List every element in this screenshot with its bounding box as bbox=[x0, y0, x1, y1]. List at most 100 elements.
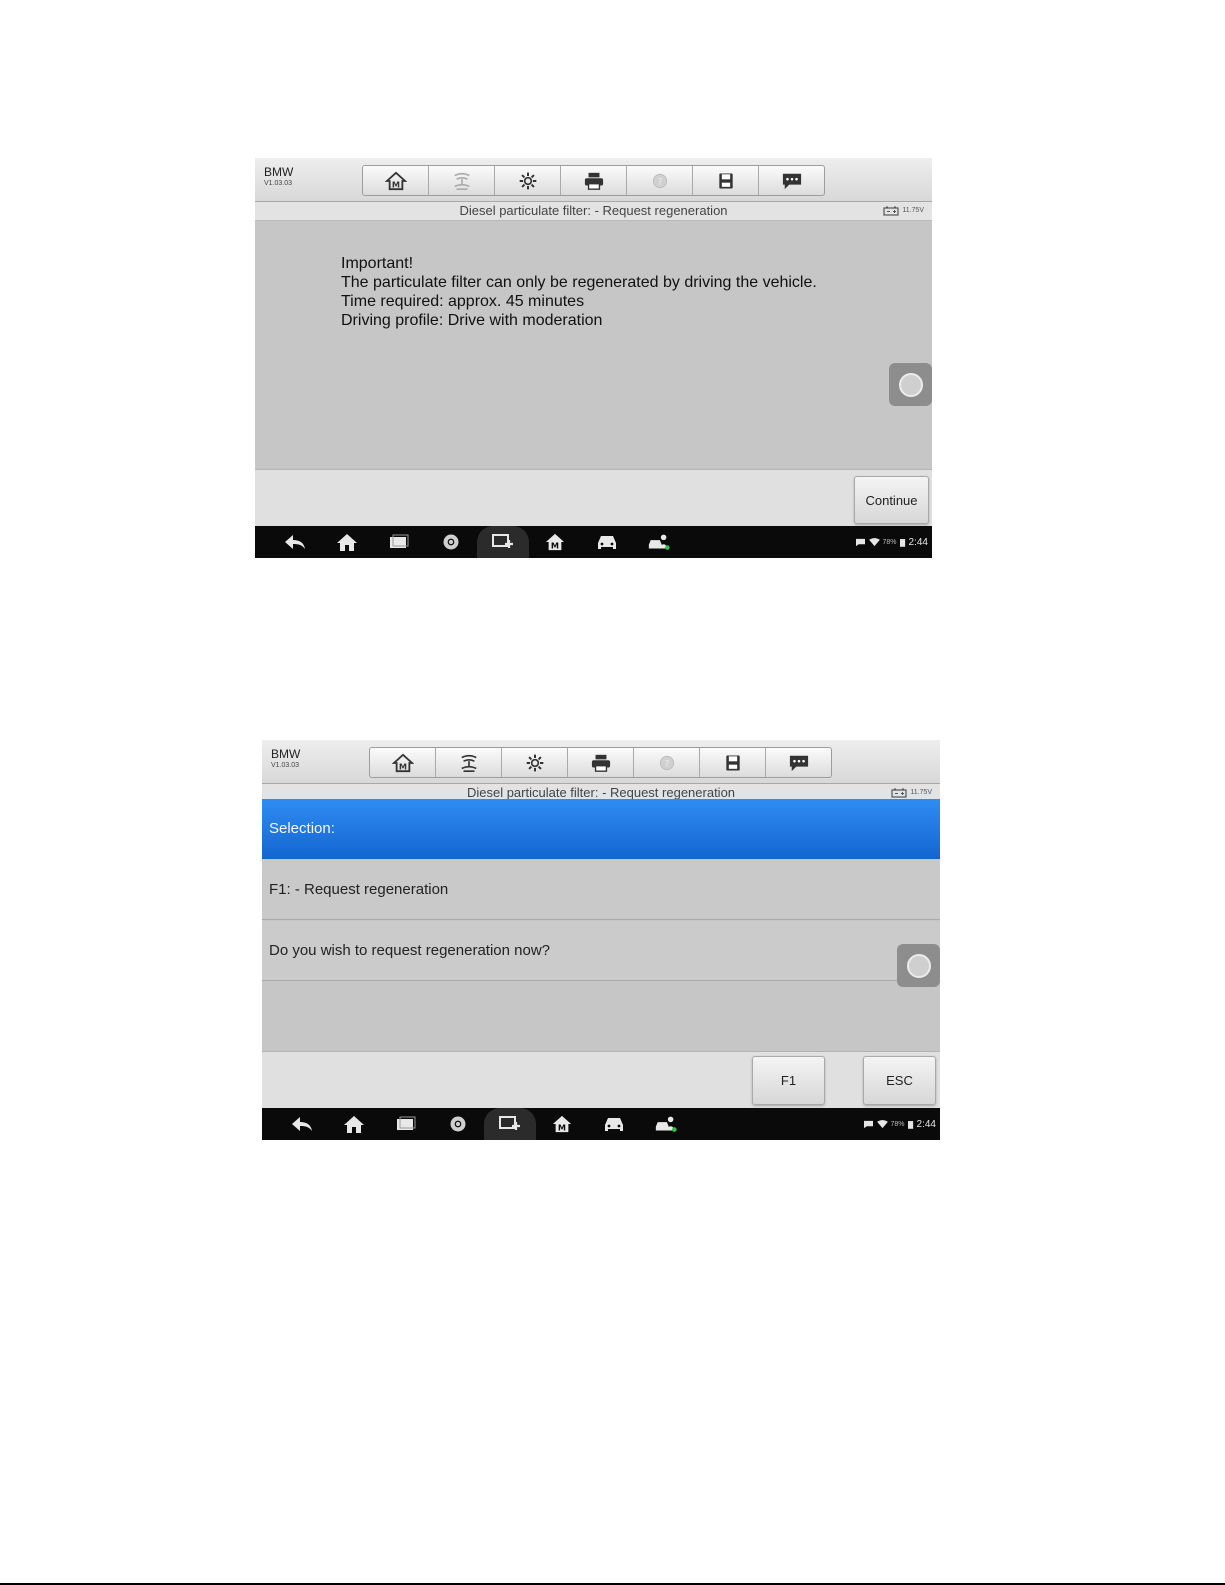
f1-button[interactable]: F1 bbox=[752, 1056, 825, 1105]
nav-icons: M bbox=[269, 526, 685, 558]
help-button[interactable]: ? bbox=[634, 748, 700, 777]
battery-icon bbox=[899, 538, 905, 547]
nav-back[interactable] bbox=[276, 1108, 328, 1140]
svg-text:?: ? bbox=[657, 176, 662, 187]
recent-apps-icon bbox=[397, 1116, 416, 1130]
vehicle-lift-icon bbox=[460, 754, 477, 772]
printer-icon bbox=[584, 172, 603, 190]
nav-home[interactable] bbox=[321, 526, 373, 558]
svg-text:M: M bbox=[391, 179, 399, 189]
nav-vehicle-user[interactable] bbox=[633, 526, 685, 558]
brand-version: V1.03.03 bbox=[264, 180, 293, 187]
nav-car[interactable] bbox=[581, 526, 633, 558]
feedback-icon bbox=[789, 755, 808, 771]
action-bar: F1 ESC bbox=[262, 1051, 940, 1109]
home-m-icon: M bbox=[552, 1115, 572, 1132]
nav-back[interactable] bbox=[269, 526, 321, 558]
wifi-icon bbox=[868, 537, 880, 546]
page-title: Diesel particulate filter: - Request reg… bbox=[466, 785, 736, 800]
message-block: Important! The particulate filter can on… bbox=[341, 254, 817, 330]
home-m-button[interactable]: M bbox=[363, 166, 429, 195]
help-icon: ? bbox=[659, 755, 674, 770]
assist-dot-icon bbox=[898, 372, 923, 397]
gear-icon bbox=[526, 754, 543, 771]
brand: BMW V1.03.03 bbox=[264, 166, 293, 187]
nav-home-m[interactable]: M bbox=[536, 1108, 588, 1140]
home-icon bbox=[344, 1116, 364, 1133]
nav-chrome[interactable] bbox=[425, 526, 477, 558]
printer-icon bbox=[591, 754, 610, 772]
nav-screen-cast[interactable] bbox=[484, 1108, 536, 1140]
screenshot-dpf-selection: BMW V1.03.03 M ? Diesel particulate filt… bbox=[262, 740, 940, 1140]
vehicle-lift-button[interactable] bbox=[436, 748, 502, 777]
nav-chrome[interactable] bbox=[432, 1108, 484, 1140]
brand: BMW V1.03.03 bbox=[271, 748, 300, 769]
brand-name: BMW bbox=[271, 747, 301, 761]
nav-recent[interactable] bbox=[373, 526, 425, 558]
screen-cast-icon bbox=[492, 534, 513, 548]
status-bar: 78% 2:44 bbox=[855, 526, 928, 558]
vehicle-lift-icon bbox=[453, 172, 470, 190]
save-icon bbox=[725, 755, 740, 770]
vehicle-lift-button[interactable] bbox=[429, 166, 495, 195]
voltage-indicator: 11.75V bbox=[883, 202, 924, 220]
help-button[interactable]: ? bbox=[627, 166, 693, 195]
home-icon bbox=[337, 534, 357, 551]
voltage-value: 11.75V bbox=[902, 207, 924, 214]
continue-button[interactable]: Continue bbox=[854, 476, 929, 524]
car-icon bbox=[605, 1118, 623, 1131]
app-toolbar: BMW V1.03.03 M ? bbox=[255, 158, 932, 202]
floating-assist-button[interactable] bbox=[897, 944, 940, 987]
status-bar: 78% 2:44 bbox=[863, 1108, 936, 1140]
battery-icon bbox=[907, 1120, 913, 1129]
assist-dot-icon bbox=[906, 953, 931, 978]
list-item[interactable]: Do you wish to request regeneration now? bbox=[262, 921, 940, 981]
settings-button[interactable] bbox=[495, 166, 561, 195]
print-button[interactable] bbox=[561, 166, 627, 195]
nav-recent[interactable] bbox=[380, 1108, 432, 1140]
screen-cast-icon bbox=[499, 1116, 520, 1130]
svg-text:M: M bbox=[551, 540, 559, 550]
toolbar-buttons: M ? bbox=[369, 747, 832, 778]
android-nav-bar: M 78% 2:44 bbox=[255, 526, 932, 558]
nav-home-m[interactable]: M bbox=[529, 526, 581, 558]
action-bar: Continue bbox=[255, 469, 932, 527]
message-line: The particulate filter can only be regen… bbox=[341, 274, 817, 291]
brand-name: BMW bbox=[264, 165, 294, 179]
message-icon bbox=[863, 1120, 873, 1128]
save-button[interactable] bbox=[693, 166, 759, 195]
recent-apps-icon bbox=[390, 534, 409, 548]
battery-percent: 78% bbox=[890, 1120, 905, 1128]
help-icon: ? bbox=[652, 173, 667, 188]
nav-vehicle-user[interactable] bbox=[640, 1108, 692, 1140]
message-icon bbox=[855, 538, 865, 546]
home-m-icon: M bbox=[545, 533, 565, 550]
floating-assist-button[interactable] bbox=[889, 363, 932, 406]
feedback-button[interactable] bbox=[759, 166, 824, 195]
save-button[interactable] bbox=[700, 748, 766, 777]
list-item[interactable]: F1: - Request regeneration bbox=[262, 860, 940, 920]
car-icon bbox=[598, 536, 616, 549]
feedback-button[interactable] bbox=[766, 748, 831, 777]
car-battery-icon bbox=[891, 788, 907, 798]
home-m-icon: M bbox=[391, 753, 414, 772]
car-battery-icon bbox=[883, 206, 899, 216]
page-title: Diesel particulate filter: - Request reg… bbox=[459, 203, 728, 218]
nav-home[interactable] bbox=[328, 1108, 380, 1140]
nav-screen-cast[interactable] bbox=[477, 526, 529, 558]
home-m-button[interactable]: M bbox=[370, 748, 436, 777]
toolbar-buttons: M ? bbox=[362, 165, 825, 196]
feedback-icon bbox=[782, 173, 801, 189]
clock: 2:44 bbox=[916, 1118, 936, 1130]
esc-button[interactable]: ESC bbox=[863, 1056, 936, 1105]
app-toolbar: BMW V1.03.03 M ? bbox=[262, 740, 940, 784]
wifi-icon bbox=[876, 1119, 888, 1128]
message-line: Driving profile: Drive with moderation bbox=[341, 312, 603, 329]
print-button[interactable] bbox=[568, 748, 634, 777]
chrome-icon bbox=[450, 1116, 466, 1132]
svg-text:M: M bbox=[558, 1122, 566, 1132]
back-icon bbox=[292, 1117, 312, 1131]
settings-button[interactable] bbox=[502, 748, 568, 777]
page-title-bar: Diesel particulate filter: - Request reg… bbox=[255, 202, 932, 221]
nav-car[interactable] bbox=[588, 1108, 640, 1140]
